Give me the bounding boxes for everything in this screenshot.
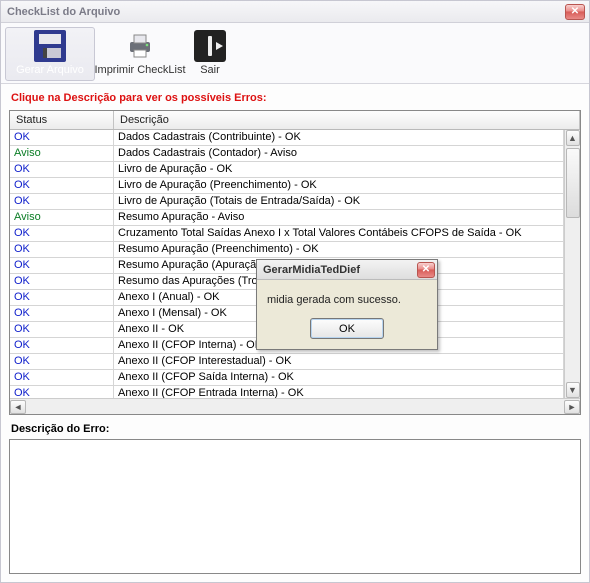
table-row[interactable]: OKAnexo II (CFOP Entrada Interna) - OK	[10, 386, 564, 398]
column-descricao[interactable]: Descrição	[114, 111, 580, 129]
titlebar: CheckList do Arquivo ✕	[1, 1, 589, 23]
vertical-scrollbar[interactable]: ▲ ▼	[564, 130, 580, 398]
cell-descricao: Dados Cadastrais (Contador) - Aviso	[114, 146, 564, 161]
dialog-close-button[interactable]: ✕	[417, 262, 435, 278]
success-dialog: GerarMidiaTedDief ✕ midia gerada com suc…	[256, 259, 438, 350]
printer-icon	[124, 30, 156, 62]
main-window: CheckList do Arquivo ✕ Gerar Arquivo Imp…	[0, 0, 590, 583]
sair-label: Sair	[200, 64, 220, 76]
horizontal-scrollbar[interactable]: ◄ ►	[10, 398, 580, 414]
table-row[interactable]: OKDados Cadastrais (Contribuinte) - OK	[10, 130, 564, 146]
cell-status: OK	[10, 242, 114, 257]
scroll-down-button[interactable]: ▼	[566, 382, 580, 398]
window-close-button[interactable]: ✕	[565, 4, 585, 20]
cell-status: OK	[10, 274, 114, 289]
table-row[interactable]: OKLivro de Apuração (Preenchimento) - OK	[10, 178, 564, 194]
dialog-titlebar: GerarMidiaTedDief ✕	[257, 260, 437, 280]
cell-descricao: Resumo Apuração - Aviso	[114, 210, 564, 225]
scroll-thumb[interactable]	[566, 148, 580, 218]
imprimir-checklist-label: Imprimir CheckList	[94, 64, 185, 76]
cell-descricao: Livro de Apuração - OK	[114, 162, 564, 177]
cell-status: OK	[10, 306, 114, 321]
cell-status: OK	[10, 178, 114, 193]
table-row[interactable]: AvisoDados Cadastrais (Contador) - Aviso	[10, 146, 564, 162]
cell-status: OK	[10, 162, 114, 177]
exit-icon	[194, 30, 226, 62]
cell-status: OK	[10, 338, 114, 353]
close-icon: ✕	[571, 6, 579, 17]
window-title: CheckList do Arquivo	[7, 6, 120, 18]
dialog-message: midia gerada com sucesso.	[257, 280, 437, 310]
scroll-up-button[interactable]: ▲	[566, 130, 580, 146]
hint-text: Clique na Descrição para ver os possívei…	[9, 90, 581, 110]
error-description-label: Descrição do Erro:	[9, 415, 581, 439]
gerar-arquivo-label: Gerar Arquivo	[16, 64, 84, 76]
dialog-title: GerarMidiaTedDief	[263, 264, 360, 276]
table-row[interactable]: OKLivro de Apuração (Totais de Entrada/S…	[10, 194, 564, 210]
imprimir-checklist-button[interactable]: Imprimir CheckList	[95, 27, 185, 81]
toolbar: Gerar Arquivo Imprimir CheckList Sair	[1, 23, 589, 84]
table-row[interactable]: AvisoResumo Apuração - Aviso	[10, 210, 564, 226]
cell-status: OK	[10, 386, 114, 398]
cell-status: OK	[10, 226, 114, 241]
cell-status: OK	[10, 322, 114, 337]
cell-descricao: Anexo II (CFOP Saída Interna) - OK	[114, 370, 564, 385]
column-status[interactable]: Status	[10, 111, 114, 129]
scroll-left-button[interactable]: ◄	[10, 400, 26, 414]
cell-status: OK	[10, 130, 114, 145]
dialog-actions: OK	[257, 310, 437, 349]
grid-header: Status Descrição	[10, 111, 580, 130]
sair-button[interactable]: Sair	[185, 27, 235, 81]
save-icon	[34, 30, 66, 62]
gerar-arquivo-button[interactable]: Gerar Arquivo	[5, 27, 95, 81]
cell-status: OK	[10, 258, 114, 273]
table-row[interactable]: OKResumo Apuração (Preenchimento) - OK	[10, 242, 564, 258]
table-row[interactable]: OKAnexo II (CFOP Interestadual) - OK	[10, 354, 564, 370]
cell-status: Aviso	[10, 146, 114, 161]
cell-descricao: Dados Cadastrais (Contribuinte) - OK	[114, 130, 564, 145]
cell-descricao: Anexo II (CFOP Interestadual) - OK	[114, 354, 564, 369]
cell-descricao: Cruzamento Total Saídas Anexo I x Total …	[114, 226, 564, 241]
cell-status: OK	[10, 290, 114, 305]
cell-descricao: Anexo II (CFOP Entrada Interna) - OK	[114, 386, 564, 398]
cell-status: OK	[10, 370, 114, 385]
error-description-box	[9, 439, 581, 574]
close-icon: ✕	[422, 264, 430, 275]
scroll-right-button[interactable]: ►	[564, 400, 580, 414]
cell-descricao: Livro de Apuração (Totais de Entrada/Saí…	[114, 194, 564, 209]
table-row[interactable]: OKCruzamento Total Saídas Anexo I x Tota…	[10, 226, 564, 242]
dialog-ok-button[interactable]: OK	[310, 318, 384, 339]
table-row[interactable]: OKAnexo II (CFOP Saída Interna) - OK	[10, 370, 564, 386]
cell-status: OK	[10, 354, 114, 369]
table-row[interactable]: OKLivro de Apuração - OK	[10, 162, 564, 178]
cell-descricao: Livro de Apuração (Preenchimento) - OK	[114, 178, 564, 193]
cell-status: OK	[10, 194, 114, 209]
cell-descricao: Resumo Apuração (Preenchimento) - OK	[114, 242, 564, 257]
cell-status: Aviso	[10, 210, 114, 225]
